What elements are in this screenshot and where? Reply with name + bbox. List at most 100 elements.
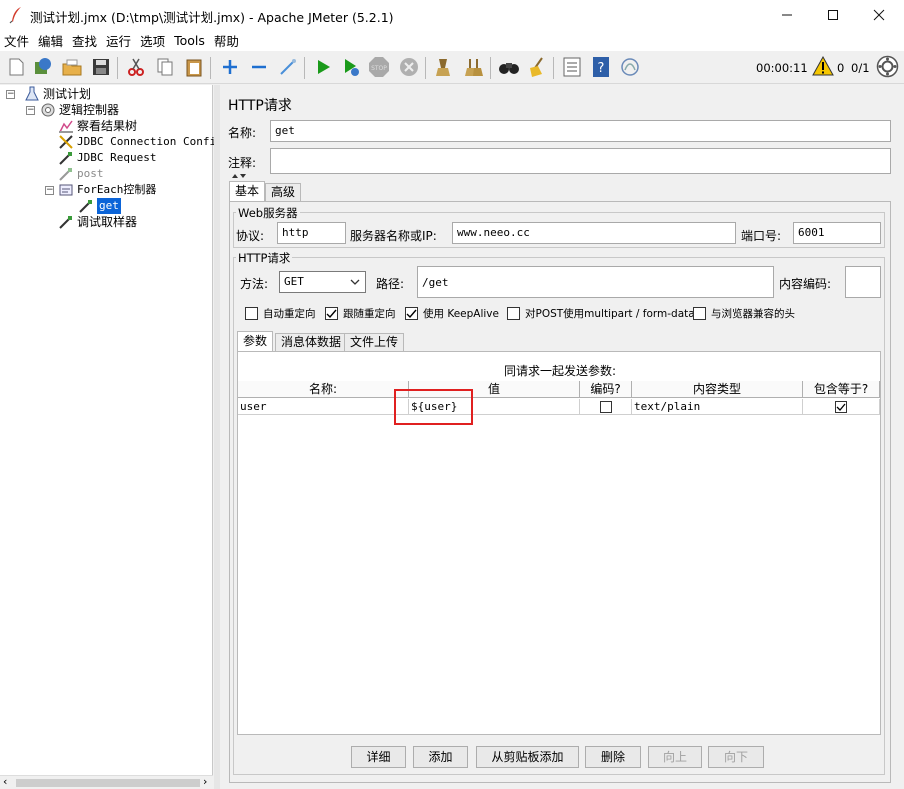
param-encode-cell[interactable] (580, 399, 632, 415)
tree-collapse-toggle[interactable]: − (45, 186, 54, 195)
protocol-input[interactable]: http (277, 222, 346, 244)
paste-button[interactable] (182, 55, 206, 79)
tree-node-get[interactable]: get (78, 198, 121, 214)
help-button[interactable]: ? (589, 55, 613, 79)
drag-handle-icon[interactable] (230, 173, 248, 179)
scroll-right-icon[interactable]: › (203, 775, 207, 788)
templates-button[interactable] (31, 55, 55, 79)
move-up-button[interactable]: 向上 (648, 746, 702, 768)
search-button[interactable] (497, 55, 521, 79)
toolbar-separator (210, 57, 211, 79)
jmeter-feather-icon (9, 7, 21, 24)
menu-tools[interactable]: Tools (174, 33, 205, 48)
content-encoding-input[interactable] (845, 266, 881, 298)
tree-collapse-toggle[interactable]: − (26, 106, 35, 115)
follow-redirect-checkbox[interactable] (325, 307, 338, 320)
clear-all-button[interactable] (462, 55, 486, 79)
menu-edit[interactable]: 编辑 (38, 31, 63, 50)
path-input[interactable]: /get (417, 266, 774, 298)
minimize-button[interactable] (764, 0, 810, 30)
column-header-content-type[interactable]: 内容类型 (632, 381, 803, 398)
reset-search-button[interactable] (525, 55, 549, 79)
clear-button[interactable] (432, 55, 456, 79)
multipart-checkbox[interactable] (507, 307, 520, 320)
expand-button[interactable] (218, 55, 242, 79)
column-header-encode[interactable]: 编码? (580, 381, 632, 398)
follow-redirects-option[interactable]: 跟随重定向 (325, 306, 396, 321)
remote-button[interactable] (618, 55, 642, 79)
delete-button[interactable]: 删除 (585, 746, 641, 768)
keepalive-option[interactable]: 使用 KeepAlive (405, 306, 499, 321)
comment-input[interactable] (270, 148, 891, 174)
stop-button[interactable]: STOP (367, 55, 391, 79)
save-button[interactable] (89, 55, 113, 79)
param-include-equals-cell[interactable] (803, 399, 880, 415)
add-from-clipboard-button[interactable]: 从剪贴板添加 (476, 746, 579, 768)
toggle-button[interactable] (276, 55, 300, 79)
param-content-type-cell[interactable]: text/plain (632, 399, 803, 415)
warning-icon[interactable] (812, 56, 834, 76)
start-button[interactable] (311, 55, 335, 79)
tree-node-post[interactable]: post (58, 166, 104, 182)
tree-collapse-toggle[interactable]: − (6, 90, 15, 99)
cut-button[interactable] (124, 55, 148, 79)
scrollbar-thumb[interactable] (16, 779, 200, 787)
column-header-include-equals[interactable]: 包含等于? (803, 381, 880, 398)
tree-node-logic-controller[interactable]: 逻辑控制器 (40, 102, 119, 118)
tab-file-upload[interactable]: 文件上传 (344, 333, 405, 351)
open-button[interactable] (60, 55, 84, 79)
follow-redirects-auto-option[interactable]: 自动重定向 (245, 306, 316, 321)
function-helper-button[interactable] (560, 55, 584, 79)
move-down-button[interactable]: 向下 (708, 746, 764, 768)
menu-help[interactable]: 帮助 (214, 31, 239, 50)
param-name-cell[interactable]: user (238, 399, 409, 415)
toggle-wand-icon (280, 59, 296, 75)
minimize-icon (782, 14, 792, 16)
tab-parameters[interactable]: 参数 (237, 331, 274, 351)
toolbar-separator (553, 57, 554, 79)
copy-button[interactable] (153, 55, 177, 79)
include-equals-checkbox[interactable] (835, 400, 847, 413)
keepalive-checkbox[interactable] (405, 307, 418, 320)
menu-options[interactable]: 选项 (140, 31, 165, 50)
tree-node-test-plan[interactable]: 测试计划 (24, 86, 91, 102)
method-select[interactable]: GET (279, 271, 366, 293)
protocol-label: 协议: (236, 229, 265, 243)
tree-node-foreach-controller[interactable]: ForEach控制器 (58, 182, 156, 198)
shutdown-button[interactable] (397, 55, 421, 79)
tab-body-data[interactable]: 消息体数据 (275, 333, 348, 351)
collapse-button[interactable] (247, 55, 271, 79)
browser-headers-checkbox[interactable] (693, 307, 706, 320)
sampler-pipette-icon (59, 152, 72, 165)
scroll-left-icon[interactable]: ‹ (3, 775, 7, 788)
tree-horizontal-scrollbar[interactable]: ‹ › (0, 775, 213, 789)
auto-redirect-label: 自动重定向 (263, 308, 316, 320)
tree-node-jdbc-request[interactable]: JDBC Request (58, 150, 156, 166)
menu-file[interactable]: 文件 (4, 31, 29, 50)
column-header-name[interactable]: 名称: (238, 381, 409, 398)
port-input[interactable]: 6001 (793, 222, 881, 244)
new-button[interactable] (4, 55, 28, 79)
auto-redirect-checkbox[interactable] (245, 307, 258, 320)
menu-search[interactable]: 查找 (72, 31, 97, 50)
detail-button[interactable]: 详细 (351, 746, 406, 768)
browser-headers-option[interactable]: 与浏览器兼容的头 (693, 306, 795, 321)
start-no-pauses-button[interactable] (339, 55, 363, 79)
server-input[interactable]: www.neeo.cc (452, 222, 736, 244)
menu-run[interactable]: 运行 (106, 31, 131, 50)
encode-checkbox[interactable] (599, 400, 612, 413)
name-input[interactable]: get (270, 120, 891, 142)
checkmark-icon (836, 403, 846, 411)
tree-node-debug-sampler[interactable]: 调试取样器 (58, 214, 137, 230)
tab-advanced[interactable]: 高级 (265, 183, 302, 201)
tab-basic[interactable]: 基本 (229, 181, 266, 201)
maximize-icon (828, 10, 838, 20)
tree-label: JDBC Request (77, 151, 157, 164)
maximize-button[interactable] (810, 0, 856, 30)
multipart-option[interactable]: 对POST使用multipart / form-data (507, 306, 695, 321)
http-request-panel: HTTP请求 名称: get 注释: 基本 高级 Web服务器 协议: http… (220, 85, 904, 789)
close-button[interactable] (856, 0, 902, 30)
tree-node-view-results[interactable]: 察看结果树 (58, 118, 137, 134)
add-button[interactable]: 添加 (413, 746, 468, 768)
table-row[interactable]: user ${user} text/plain (238, 399, 880, 415)
